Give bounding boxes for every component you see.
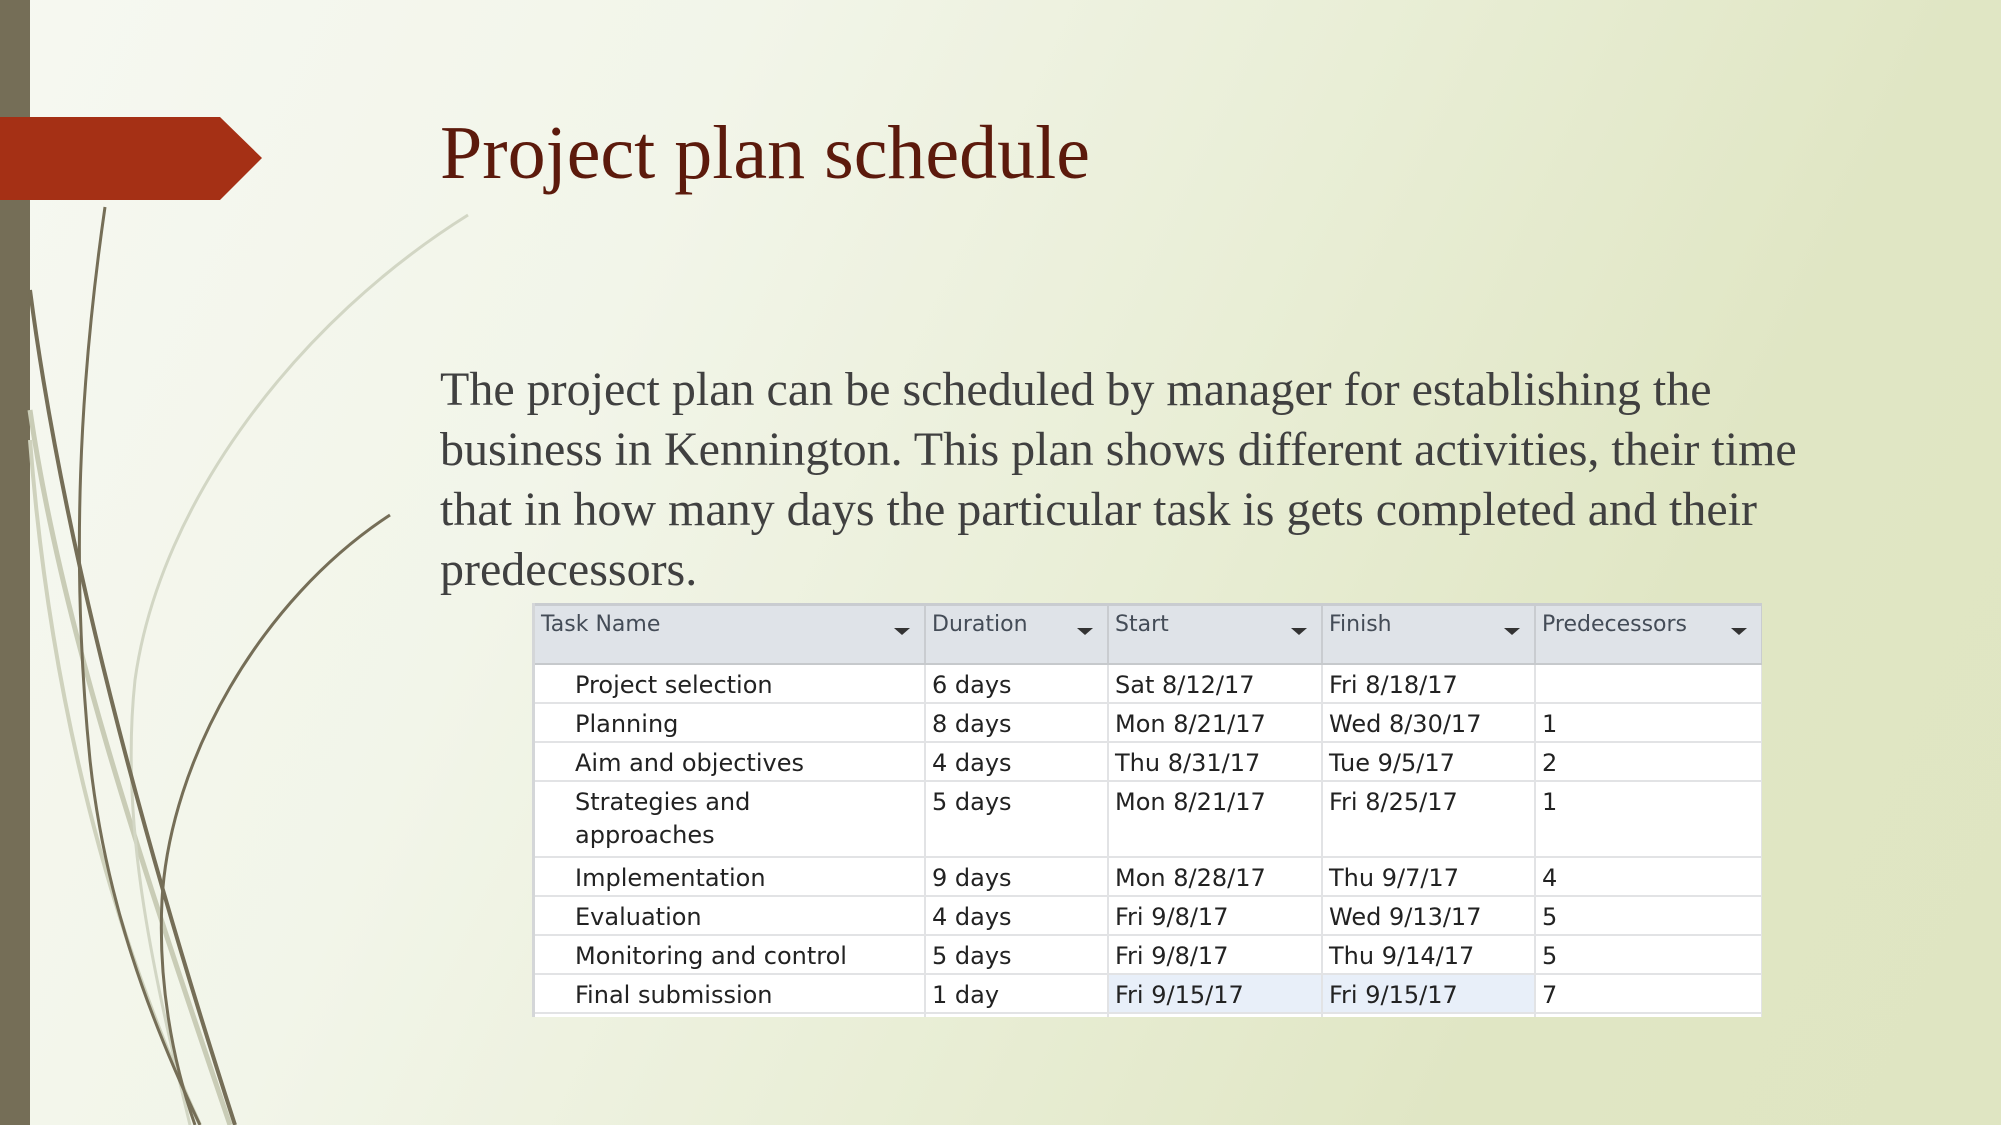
table-header-row: Task Name Duration Start Finish Predeces… bbox=[535, 603, 1762, 665]
finish-cell: Wed 8/30/17 bbox=[1322, 702, 1536, 743]
predecessors-cell: 2 bbox=[1535, 741, 1762, 782]
grass-curve-dark-3 bbox=[159, 513, 391, 1125]
table-row-partial bbox=[535, 1012, 1762, 1017]
task-name-cell: Strategies and approaches bbox=[535, 780, 926, 858]
column-header-finish[interactable]: Finish bbox=[1322, 603, 1536, 665]
task-name-cell: Evaluation bbox=[535, 895, 926, 936]
column-header-duration[interactable]: Duration bbox=[925, 603, 1109, 665]
task-name-cell: Aim and objectives bbox=[535, 741, 926, 782]
dropdown-arrow-icon[interactable] bbox=[1731, 628, 1747, 635]
start-cell: Mon 8/21/17 bbox=[1108, 702, 1323, 743]
slide-title: Project plan schedule bbox=[440, 111, 1091, 195]
start-cell: Mon 8/28/17 bbox=[1108, 856, 1323, 897]
start-cell: Fri 9/8/17 bbox=[1108, 895, 1323, 936]
task-name-cell: Monitoring and control bbox=[535, 934, 926, 975]
duration-cell: 5 days bbox=[925, 934, 1109, 975]
finish-cell: Thu 9/14/17 bbox=[1322, 934, 1536, 975]
column-header-task-name[interactable]: Task Name bbox=[535, 603, 926, 665]
task-name-cell: Final submission bbox=[535, 973, 926, 1014]
start-cell: Fri 9/15/17 bbox=[1108, 973, 1323, 1014]
predecessors-cell: 1 bbox=[1535, 702, 1762, 743]
empty-cell bbox=[1322, 1012, 1536, 1017]
table-row: Monitoring and control 5 days Fri 9/8/17… bbox=[535, 934, 1762, 975]
empty-cell bbox=[535, 1012, 926, 1017]
table-row: Project selection 6 days Sat 8/12/17 Fri… bbox=[535, 663, 1762, 704]
predecessors-cell: 1 bbox=[1535, 780, 1762, 858]
dropdown-arrow-icon[interactable] bbox=[1291, 628, 1307, 635]
table-row: Aim and objectives 4 days Thu 8/31/17 Tu… bbox=[535, 741, 1762, 782]
predecessors-cell bbox=[1535, 663, 1762, 704]
duration-cell: 1 day bbox=[925, 973, 1109, 1014]
predecessors-cell: 5 bbox=[1535, 934, 1762, 975]
duration-cell: 4 days bbox=[925, 895, 1109, 936]
title-arrow-banner bbox=[0, 117, 262, 200]
duration-cell: 6 days bbox=[925, 663, 1109, 704]
start-cell: Mon 8/21/17 bbox=[1108, 780, 1323, 858]
empty-cell bbox=[1108, 1012, 1323, 1017]
duration-cell: 5 days bbox=[925, 780, 1109, 858]
start-cell: Sat 8/12/17 bbox=[1108, 663, 1323, 704]
dropdown-arrow-icon[interactable] bbox=[1504, 628, 1520, 635]
finish-cell: Thu 9/7/17 bbox=[1322, 856, 1536, 897]
duration-cell: 9 days bbox=[925, 856, 1109, 897]
duration-cell: 8 days bbox=[925, 702, 1109, 743]
table-row: Final submission 1 day Fri 9/15/17 Fri 9… bbox=[535, 973, 1762, 1014]
table-row: Evaluation 4 days Fri 9/8/17 Wed 9/13/17… bbox=[535, 895, 1762, 936]
project-schedule-table: Task Name Duration Start Finish Predeces… bbox=[532, 603, 1762, 1017]
table-row: Strategies and approaches 5 days Mon 8/2… bbox=[535, 780, 1762, 858]
empty-cell bbox=[925, 1012, 1109, 1017]
empty-cell bbox=[1535, 1012, 1762, 1017]
dropdown-arrow-icon[interactable] bbox=[1077, 628, 1093, 635]
finish-cell: Wed 9/13/17 bbox=[1322, 895, 1536, 936]
table-row: Planning 8 days Mon 8/21/17 Wed 8/30/17 … bbox=[535, 702, 1762, 743]
finish-cell: Fri 9/15/17 bbox=[1322, 973, 1536, 1014]
start-cell: Fri 9/8/17 bbox=[1108, 934, 1323, 975]
start-cell: Thu 8/31/17 bbox=[1108, 741, 1323, 782]
predecessors-cell: 4 bbox=[1535, 856, 1762, 897]
column-header-start[interactable]: Start bbox=[1108, 603, 1323, 665]
finish-cell: Tue 9/5/17 bbox=[1322, 741, 1536, 782]
dropdown-arrow-icon[interactable] bbox=[894, 628, 910, 635]
predecessors-cell: 5 bbox=[1535, 895, 1762, 936]
column-header-predecessors[interactable]: Predecessors bbox=[1535, 603, 1762, 665]
task-name-cell: Planning bbox=[535, 702, 926, 743]
task-name-cell: Implementation bbox=[535, 856, 926, 897]
task-name-cell: Project selection bbox=[535, 663, 926, 704]
duration-cell: 4 days bbox=[925, 741, 1109, 782]
table-row: Implementation 9 days Mon 8/28/17 Thu 9/… bbox=[535, 856, 1762, 897]
finish-cell: Fri 8/18/17 bbox=[1322, 663, 1536, 704]
finish-cell: Fri 8/25/17 bbox=[1322, 780, 1536, 858]
slide-body-text: The project plan can be scheduled by man… bbox=[440, 363, 1797, 596]
predecessors-cell: 7 bbox=[1535, 973, 1762, 1014]
